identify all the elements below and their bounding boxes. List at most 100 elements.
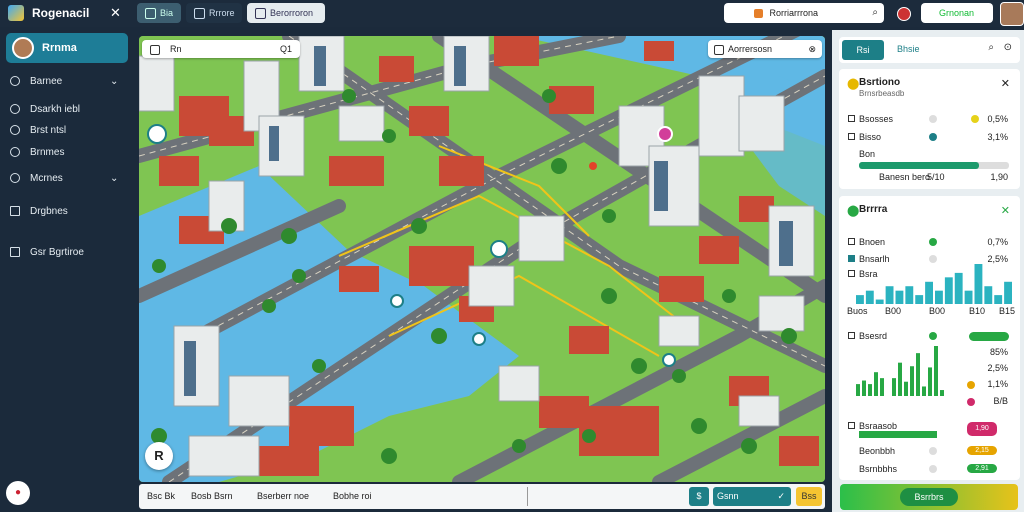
map-illustration xyxy=(139,36,825,482)
map-control-button[interactable]: R xyxy=(145,442,173,470)
chart-bar xyxy=(928,367,932,396)
chart-bar xyxy=(944,277,953,304)
search-icon[interactable]: ⌕ xyxy=(872,3,878,23)
status-dot xyxy=(929,332,937,340)
axis-label: B15 xyxy=(999,306,1016,316)
row-label: Bsrnbbhs xyxy=(859,464,898,474)
bottom-icon-button[interactable]: $ xyxy=(689,487,709,506)
row-value: 3,1% xyxy=(987,132,1008,142)
top-action-button[interactable]: Grnonan xyxy=(921,3,993,23)
avatar xyxy=(12,37,34,59)
map-canvas[interactable] xyxy=(139,36,825,482)
close-icon[interactable]: ✕ xyxy=(1001,204,1010,217)
close-icon[interactable]: ✕ xyxy=(1001,77,1010,90)
panel-header: Rsi Bhsie ⌕ ⊙ xyxy=(839,37,1020,63)
checkbox[interactable] xyxy=(848,115,855,122)
flag-icon xyxy=(754,9,763,19)
row-label: Bisso xyxy=(859,132,882,142)
chart-bar xyxy=(885,286,894,304)
tab-label: Bia xyxy=(160,8,174,18)
location-icon: ⬤ xyxy=(847,205,860,217)
pin-icon[interactable]: ⊙ xyxy=(1004,42,1012,53)
axis-label: B10 xyxy=(969,306,986,316)
map-icon xyxy=(10,173,20,184)
bottom-item-4[interactable]: Bobhe roi xyxy=(333,491,372,501)
tab-berorroron[interactable]: Berorroron xyxy=(247,3,325,23)
checkbox[interactable] xyxy=(848,422,855,429)
axis-label: Buos xyxy=(847,306,868,316)
search-input[interactable]: Rorriarrrona ⌕ xyxy=(724,3,884,23)
chart-bar xyxy=(974,264,983,304)
layer-control[interactable]: Aorrersosn ⊗ xyxy=(708,40,822,58)
chart-bar xyxy=(868,384,872,396)
progress-label: 5/10 xyxy=(927,172,945,182)
sidebar-item-5[interactable]: Mcrnes ⌄ xyxy=(10,173,118,184)
bottom-item-3[interactable]: Bserberr noe xyxy=(257,491,309,501)
row-label: Bsraasob xyxy=(859,421,898,431)
layer-control-label: Aorrersosn xyxy=(728,44,773,54)
chart-bar xyxy=(934,346,938,396)
map-search-value: Q1 xyxy=(279,44,292,54)
tab-icon xyxy=(145,8,156,20)
circle-icon xyxy=(10,147,20,158)
square-icon xyxy=(150,44,160,55)
chart-bar xyxy=(865,290,874,304)
chart-bar xyxy=(856,295,864,304)
checkbox[interactable] xyxy=(848,270,855,277)
bottom-primary-button[interactable]: Gsnn ✓ xyxy=(713,487,791,506)
card-title: Brrrra xyxy=(859,204,888,215)
bottom-item-1[interactable]: Bsc Bk xyxy=(147,491,175,501)
sidebar-item-6[interactable]: Drgbnes xyxy=(10,206,68,217)
chart-bar xyxy=(898,362,902,396)
checkbox[interactable] xyxy=(848,255,855,262)
card-title: Bsrtiono xyxy=(859,77,901,88)
sidebar-item-1[interactable]: Barnee ⌄ xyxy=(10,76,118,87)
sidebar-profile[interactable]: Rrnma xyxy=(6,33,128,63)
row-label: Bsosses xyxy=(859,114,894,124)
value-pill: 1,90 xyxy=(967,422,997,436)
status-dot xyxy=(929,238,937,246)
tab-bia[interactable]: Bia xyxy=(137,3,181,23)
status-dot xyxy=(967,398,975,406)
sidebar-item-4[interactable]: Brnmes xyxy=(10,147,64,158)
checkbox[interactable] xyxy=(848,238,855,245)
sidebar: Rrnma Barnee ⌄ Dsarkh iebl Brst ntsl Brnm… xyxy=(0,27,131,512)
circle-icon xyxy=(10,125,20,136)
chart-bar xyxy=(925,281,933,304)
map-search-input[interactable]: Rn Q1 xyxy=(142,40,300,58)
primary-action-label: Bsrrbrs xyxy=(900,488,958,506)
bottom-secondary-button[interactable]: Bss xyxy=(796,487,822,506)
settings-icon xyxy=(10,247,20,258)
tab-rrrore[interactable]: Rrrore xyxy=(186,3,242,23)
status-dot xyxy=(929,447,937,455)
chart-bar xyxy=(940,390,944,396)
checkbox[interactable] xyxy=(848,133,855,140)
shield-icon xyxy=(10,104,20,115)
chart-bar xyxy=(994,295,1003,304)
tab-rsi[interactable]: Rsi xyxy=(842,40,884,60)
chart-bar xyxy=(904,381,908,396)
search-icon[interactable]: ⌕ xyxy=(988,42,994,53)
primary-action-button[interactable]: Bsrrbrs xyxy=(840,484,1018,510)
avatar[interactable] xyxy=(1000,2,1024,26)
chart-bar xyxy=(916,353,920,396)
chart-bar xyxy=(880,378,884,396)
sidebar-item-2[interactable]: Dsarkh iebl xyxy=(10,104,80,115)
tab-label: Rrrore xyxy=(209,8,235,18)
row-value: 2,5% xyxy=(987,363,1008,373)
sidebar-item-label: Mcrnes xyxy=(30,173,63,184)
mini-bar-chart xyxy=(856,264,1012,304)
close-icon[interactable]: ✕ xyxy=(110,5,121,21)
sidebar-item-7[interactable]: Gsr Bgrtiroe xyxy=(10,247,84,258)
close-icon[interactable]: ⊗ xyxy=(808,40,816,58)
tab-bhsie[interactable]: Bhsie xyxy=(897,44,920,54)
chart-bar xyxy=(954,272,963,304)
bottom-item-2[interactable]: Bosb Bsrn xyxy=(191,491,233,501)
top-bar: Rogenacil ✕ Bia Rrrore Berorroron Rorria… xyxy=(0,0,1024,27)
help-icon[interactable]: ● xyxy=(6,481,30,505)
sidebar-item-3[interactable]: Brst ntsl xyxy=(10,125,66,136)
sidebar-item-label: Gsr Bgrtiroe xyxy=(30,247,84,258)
checkbox[interactable] xyxy=(848,332,855,339)
chart-bar xyxy=(862,380,866,396)
notification-icon[interactable] xyxy=(897,7,911,21)
